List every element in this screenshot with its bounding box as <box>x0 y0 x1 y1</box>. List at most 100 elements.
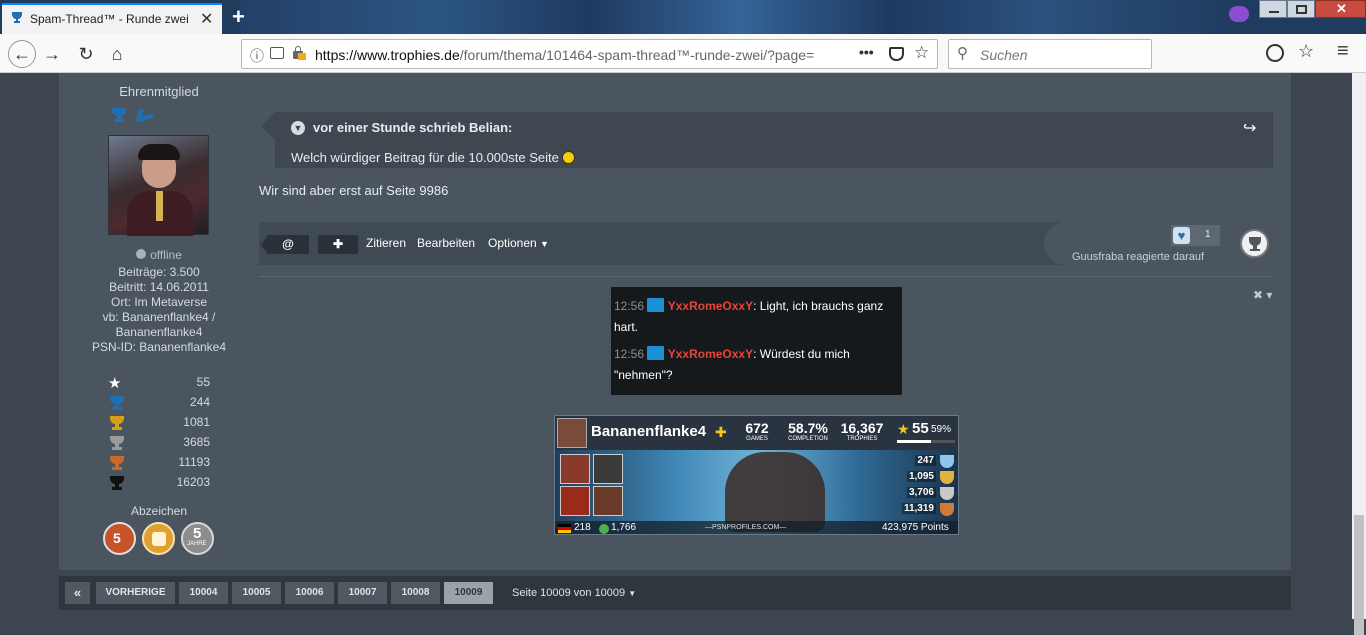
signature-hide-icon[interactable]: ✖ ▾ <box>1253 288 1272 302</box>
share-icon[interactable]: ↪ <box>1243 118 1256 138</box>
tab-close-icon[interactable]: ✕ <box>200 9 213 29</box>
trophy-reaction-icon[interactable] <box>1240 229 1269 258</box>
options-button[interactable]: Optionen ▼ <box>488 236 549 250</box>
minimize-icon <box>1269 11 1279 13</box>
gold-trophy-icon <box>108 415 126 434</box>
banner-trophy-icon <box>940 455 954 468</box>
page-button[interactable]: 10009 <box>444 582 493 604</box>
chat-username[interactable]: YxxRomeOxxY <box>668 347 753 361</box>
insecure-lock-icon[interactable] <box>292 46 306 60</box>
banner-count-value: 247 <box>915 455 936 466</box>
reaction-summary[interactable]: Guusfraba reagierte darauf <box>1072 251 1204 263</box>
chat-text-cont: hart. <box>614 320 639 334</box>
cite-button[interactable]: Zitieren <box>366 236 406 250</box>
mention-button[interactable]: @ <box>267 235 309 254</box>
close-window-button[interactable]: ✕ <box>1315 0 1366 18</box>
library-star-icon[interactable]: ☆ <box>1298 41 1314 62</box>
url-text[interactable]: https://www.trophies.de/forum/thema/1014… <box>315 47 814 63</box>
like-button[interactable]: ♥ 1 <box>1171 225 1220 246</box>
plus-icon: ✚ <box>715 424 727 440</box>
total-trophy-icon <box>108 475 126 494</box>
url-domain: https://www.trophies.de <box>315 47 460 63</box>
page-button[interactable]: 10005 <box>232 582 281 604</box>
game-icon-1 <box>560 454 590 484</box>
level-star-icon: ★ <box>897 421 910 437</box>
chat-username[interactable]: YxxRomeOxxY <box>668 299 753 313</box>
chevron-down-icon[interactable]: ▼ <box>291 121 305 135</box>
home-icon: ⌂ <box>111 44 123 64</box>
bookmark-star-icon[interactable]: ☆ <box>914 43 929 63</box>
edit-button[interactable]: Bearbeiten <box>417 236 475 250</box>
url-path: /forum/thema/101464-spam-thread™-runde-z… <box>459 47 815 63</box>
chat-message: 12:56 YxxRomeOxxY: Light, ich brauchs ga… <box>614 296 899 338</box>
banner-points: 423,975 Points <box>882 522 949 533</box>
status-dot-icon <box>136 249 147 259</box>
plus-button[interactable]: ✚ <box>318 235 358 254</box>
quote-text-content: Welch würdiger Beitrag für die 10.000ste… <box>291 150 559 165</box>
back-button[interactable]: ← <box>8 40 36 68</box>
maximize-button[interactable] <box>1287 0 1315 18</box>
author-joined: Beitritt: 14.06.2011 <box>109 280 209 294</box>
quote-author[interactable]: Belian: <box>469 120 512 135</box>
restore-icon <box>1296 5 1307 14</box>
history-icon[interactable] <box>1266 44 1284 62</box>
author-icons <box>110 107 158 126</box>
scrollbar-thumb[interactable] <box>1354 515 1364 635</box>
banner-trophy-icon <box>940 487 954 500</box>
minimize-button[interactable] <box>1259 0 1287 18</box>
page-button[interactable]: 10004 <box>179 582 228 604</box>
pocket-icon[interactable] <box>889 47 904 61</box>
badge-activity-icon[interactable]: 5 <box>103 522 136 555</box>
trophy-count-row: 244 <box>108 394 210 412</box>
reload-button[interactable]: ↻ <box>74 42 98 66</box>
author-vb-1: vb: Bananenflanke4 / <box>102 310 216 324</box>
quote-text: Welch würdiger Beitrag für die 10.000ste… <box>291 150 576 165</box>
page-actions-icon[interactable]: ••• <box>859 44 874 60</box>
trophy-count-value: 16203 <box>176 475 210 489</box>
arrow-left-icon: ← <box>13 44 31 64</box>
psn-profile-banner[interactable]: Bananenflanke4 ✚ 672 GAMES 58.7% COMPLET… <box>554 415 959 535</box>
search-input[interactable]: Suchen <box>980 47 1027 63</box>
profile-avatar-icon[interactable] <box>1229 6 1249 22</box>
page-summary-text: Seite 10009 von 10009 <box>512 587 626 599</box>
banner-country-rank: 218 <box>574 522 591 533</box>
trophy-count-value: 244 <box>189 395 210 409</box>
game-icon-4 <box>593 486 623 516</box>
search-box[interactable]: ⚲ Suchen <box>948 39 1152 69</box>
trophy-count-value: 3685 <box>183 435 210 449</box>
author-vb-2: Bananenflanke4 <box>115 325 203 339</box>
chat-text: : Light, ich brauchs ganz <box>753 299 884 313</box>
badge-five-years-icon[interactable]: 5 JAHRE <box>181 522 214 555</box>
page-button[interactable]: 10006 <box>285 582 334 604</box>
trophy-count-row: ★ 55 <box>108 374 210 392</box>
trophy-favicon-icon <box>12 12 22 23</box>
page-button[interactable]: 10008 <box>391 582 440 604</box>
banner-character <box>725 452 825 532</box>
vertical-scrollbar[interactable] <box>1352 73 1366 635</box>
previous-page-button[interactable]: VORHERIGE <box>96 582 175 604</box>
page-button[interactable]: 10007 <box>338 582 387 604</box>
home-button[interactable]: ⌂ <box>105 42 129 66</box>
permissions-icon[interactable] <box>270 47 284 59</box>
avatar[interactable] <box>108 135 209 236</box>
page-summary[interactable]: Seite 10009 von 10009 ▼ <box>512 587 636 599</box>
chat-time: 12:56 <box>614 299 645 313</box>
platinum-trophy-icon <box>112 108 126 122</box>
badge-puzzle-icon[interactable] <box>142 522 175 555</box>
banner-games-label: GAMES <box>746 436 768 442</box>
forward-button[interactable]: → <box>40 42 64 66</box>
level-progress-fill <box>897 440 932 443</box>
url-bar[interactable]: ⓘ https://www.trophies.de/forum/thema/10… <box>241 39 938 69</box>
like-count: 1 <box>1205 229 1211 240</box>
first-page-button[interactable]: « <box>65 582 90 604</box>
menu-icon[interactable]: ≡ <box>1337 40 1349 63</box>
tab-bar: Spam-Thread™ - Runde zwei - ✕ + ✕ <box>0 0 1366 34</box>
info-icon[interactable]: ⓘ <box>250 46 264 66</box>
germany-flag-icon <box>558 524 571 533</box>
banner-site: —PSNPROFILES.COM— <box>705 524 787 531</box>
chat-time: 12:56 <box>614 347 645 361</box>
heart-icon: ♥ <box>1173 227 1190 244</box>
new-tab-button[interactable]: + <box>232 4 245 30</box>
navigation-bar: ← → ↻ ⌂ ⓘ https://www.trophies.de/forum/… <box>0 34 1366 73</box>
tab-active[interactable]: Spam-Thread™ - Runde zwei - ✕ <box>2 3 222 34</box>
